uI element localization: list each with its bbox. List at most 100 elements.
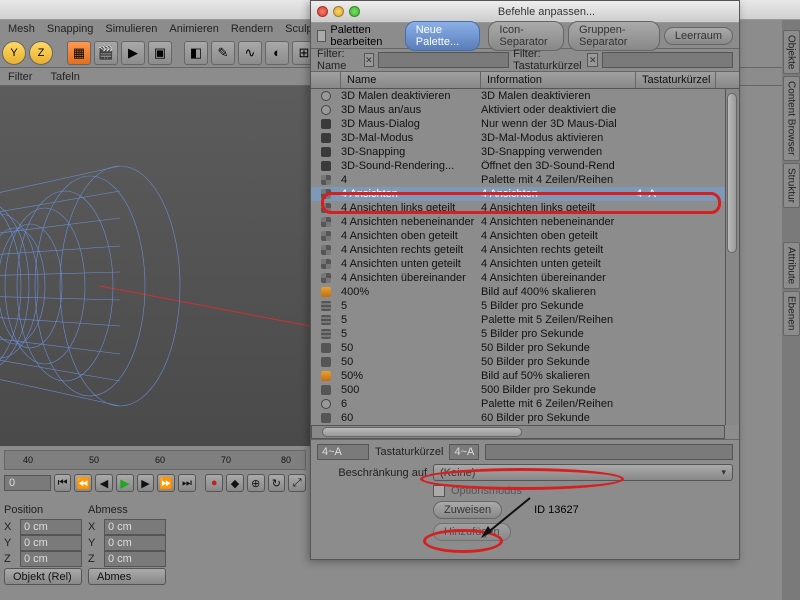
list-item[interactable]: 5Palette mit 5 Zeilen/Reihen bbox=[311, 313, 739, 327]
list-item[interactable]: 4 Ansichten nebeneinander4 Ansichten neb… bbox=[311, 215, 739, 229]
minimize-icon[interactable] bbox=[333, 6, 344, 17]
zoom-icon[interactable] bbox=[349, 6, 360, 17]
play-icon[interactable]: ▶ bbox=[116, 474, 134, 492]
axis-y-button[interactable]: Y bbox=[2, 41, 26, 65]
autokey-icon[interactable]: ◆ bbox=[226, 474, 244, 492]
tab-struktur[interactable]: Struktur bbox=[783, 163, 800, 208]
prev-key-icon[interactable]: ⏪ bbox=[74, 474, 92, 492]
list-item[interactable]: 4Palette mit 4 Zeilen/Reihen bbox=[311, 173, 739, 187]
record-icon[interactable]: ● bbox=[205, 474, 223, 492]
list-item[interactable]: 4 Ansichten4 Ansichten4~A bbox=[311, 187, 739, 201]
key-label: Tastaturkürzel bbox=[375, 446, 443, 458]
axis-x-label: X bbox=[4, 521, 18, 533]
group-separator-button[interactable]: Gruppen-Separator bbox=[568, 21, 660, 51]
tab-ebenen[interactable]: Ebenen bbox=[783, 291, 800, 335]
size-y-field[interactable]: 0 cm bbox=[104, 535, 166, 551]
goto-start-icon[interactable]: ⏮ bbox=[54, 474, 72, 492]
tab-attribute[interactable]: Attribute bbox=[783, 242, 800, 289]
key-pos-icon[interactable]: ⊕ bbox=[247, 474, 265, 492]
tab-tafeln[interactable]: Tafeln bbox=[50, 71, 79, 83]
list-item[interactable]: 55 Bilder pro Sekunde bbox=[311, 299, 739, 313]
pos-z-field[interactable]: 0 cm bbox=[20, 551, 82, 567]
list-item[interactable]: 3D-Mal-Modus3D-Mal-Modus aktivieren bbox=[311, 131, 739, 145]
menu-simulieren[interactable]: Simulieren bbox=[105, 23, 157, 35]
list-item[interactable]: 6Palette mit 6 Zeilen/Reihen bbox=[311, 397, 739, 411]
list-item[interactable]: 5050 Bilder pro Sekunde bbox=[311, 341, 739, 355]
clear-key-filter-icon[interactable]: ✕ bbox=[587, 53, 598, 67]
list-item[interactable]: 400%Bild auf 400% skalieren bbox=[311, 285, 739, 299]
space-button[interactable]: Leerraum bbox=[664, 27, 733, 45]
pos-x-field[interactable]: 0 cm bbox=[20, 519, 82, 535]
assign-button[interactable]: Zuweisen bbox=[433, 501, 502, 519]
viewport[interactable] bbox=[0, 86, 310, 446]
close-icon[interactable] bbox=[317, 6, 328, 17]
list-item[interactable]: 3D Maus-DialogNur wenn der 3D Maus-Dial bbox=[311, 117, 739, 131]
list-item[interactable]: 500500 Bilder pro Sekunde bbox=[311, 383, 739, 397]
filter-key-input[interactable] bbox=[602, 52, 733, 68]
list-item[interactable]: 3D-Sound-Rendering...Öffnet den 3D-Sound… bbox=[311, 159, 739, 173]
clear-name-filter-icon[interactable]: ✕ bbox=[364, 53, 375, 67]
spline-icon[interactable]: ∿ bbox=[238, 41, 262, 65]
icon-separator-button[interactable]: Icon-Separator bbox=[488, 21, 564, 51]
list-item[interactable]: 3D Malen deaktivieren3D Malen deaktivier… bbox=[311, 89, 739, 103]
render-icon[interactable]: ▶ bbox=[121, 41, 145, 65]
cube2-icon[interactable]: ◧ bbox=[184, 41, 208, 65]
restrict-dropdown[interactable]: (Keine) bbox=[433, 464, 733, 481]
list-item[interactable]: 5050 Bilder pro Sekunde bbox=[311, 355, 739, 369]
list-item[interactable]: 3D Maus an/ausAktiviert oder deaktiviert… bbox=[311, 103, 739, 117]
apply-button[interactable]: Abmes bbox=[88, 568, 166, 585]
pen-icon[interactable]: ✎ bbox=[211, 41, 235, 65]
menu-rendern[interactable]: Rendern bbox=[231, 23, 273, 35]
key-extra-field[interactable] bbox=[485, 444, 733, 460]
list-item[interactable]: 4 Ansichten oben geteilt4 Ansichten oben… bbox=[311, 229, 739, 243]
pos-y-field[interactable]: 0 cm bbox=[20, 535, 82, 551]
list-item[interactable]: 6060 Bilder pro Sekunde bbox=[311, 411, 739, 425]
header-info[interactable]: Information bbox=[481, 72, 636, 88]
goto-end-icon[interactable]: ⏭ bbox=[178, 474, 196, 492]
list-item[interactable]: 3D-Snapping3D-Snapping verwenden bbox=[311, 145, 739, 159]
size-z-field[interactable]: 0 cm bbox=[104, 551, 166, 567]
tab-filter[interactable]: Filter bbox=[8, 71, 32, 83]
prev-frame-icon[interactable]: ◀ bbox=[95, 474, 113, 492]
dialog-title-bar[interactable]: Befehle anpassen... bbox=[311, 1, 739, 23]
key-scl-icon[interactable]: ⤢ bbox=[288, 474, 306, 492]
nurbs-icon[interactable]: ◐ bbox=[265, 41, 289, 65]
timeline-ruler[interactable]: 40 50 60 70 80 bbox=[4, 450, 306, 470]
next-frame-icon[interactable]: ▶ bbox=[137, 474, 155, 492]
horizontal-scrollbar[interactable] bbox=[311, 425, 725, 439]
list-item[interactable]: 50%Bild auf 50% skalieren bbox=[311, 369, 739, 383]
row-icon bbox=[321, 399, 331, 409]
filter-name-input[interactable] bbox=[378, 52, 509, 68]
object-mode-button[interactable]: Objekt (Rel) bbox=[4, 568, 82, 585]
new-palette-button[interactable]: Neue Palette... bbox=[405, 21, 481, 51]
edit-palettes-checkbox[interactable] bbox=[317, 30, 326, 42]
add-button[interactable]: Hinzufügen bbox=[433, 523, 511, 541]
key-rot-icon[interactable]: ↻ bbox=[268, 474, 286, 492]
cube-icon[interactable]: ▦ bbox=[67, 41, 91, 65]
header-key[interactable]: Tastaturkürzel bbox=[636, 72, 716, 88]
picture-icon[interactable]: ▣ bbox=[148, 41, 172, 65]
option-mode-checkbox[interactable] bbox=[433, 485, 445, 497]
menu-mesh[interactable]: Mesh bbox=[8, 23, 35, 35]
menu-snapping[interactable]: Snapping bbox=[47, 23, 94, 35]
list-item[interactable]: 4 Ansichten übereinander4 Ansichten über… bbox=[311, 271, 739, 285]
vertical-scrollbar[interactable] bbox=[725, 89, 739, 425]
tab-content-browser[interactable]: Content Browser bbox=[783, 76, 800, 160]
list-item[interactable]: 4 Ansichten links geteilt4 Ansichten lin… bbox=[311, 201, 739, 215]
row-name: 4 Ansichten übereinander bbox=[341, 272, 481, 284]
key-value-field[interactable]: 4~A bbox=[449, 444, 479, 460]
clapper-icon[interactable]: 🎬 bbox=[94, 41, 118, 65]
command-list[interactable]: 3D Malen deaktivieren3D Malen deaktivier… bbox=[311, 89, 739, 425]
frame-field[interactable]: 0 bbox=[4, 475, 51, 491]
next-key-icon[interactable]: ⏩ bbox=[157, 474, 175, 492]
tab-objekte[interactable]: Objekte bbox=[783, 30, 800, 74]
list-item[interactable]: 4 Ansichten rechts geteilt4 Ansichten re… bbox=[311, 243, 739, 257]
header-name[interactable]: Name bbox=[341, 72, 481, 88]
size-x-field[interactable]: 0 cm bbox=[104, 519, 166, 535]
axis-z-button[interactable]: Z bbox=[29, 41, 53, 65]
current-shortcut-field[interactable]: 4~A bbox=[317, 444, 369, 460]
row-info: 4 Ansichten rechts geteilt bbox=[481, 244, 636, 256]
list-item[interactable]: 55 Bilder pro Sekunde bbox=[311, 327, 739, 341]
list-item[interactable]: 4 Ansichten unten geteilt4 Ansichten unt… bbox=[311, 257, 739, 271]
menu-animieren[interactable]: Animieren bbox=[169, 23, 219, 35]
